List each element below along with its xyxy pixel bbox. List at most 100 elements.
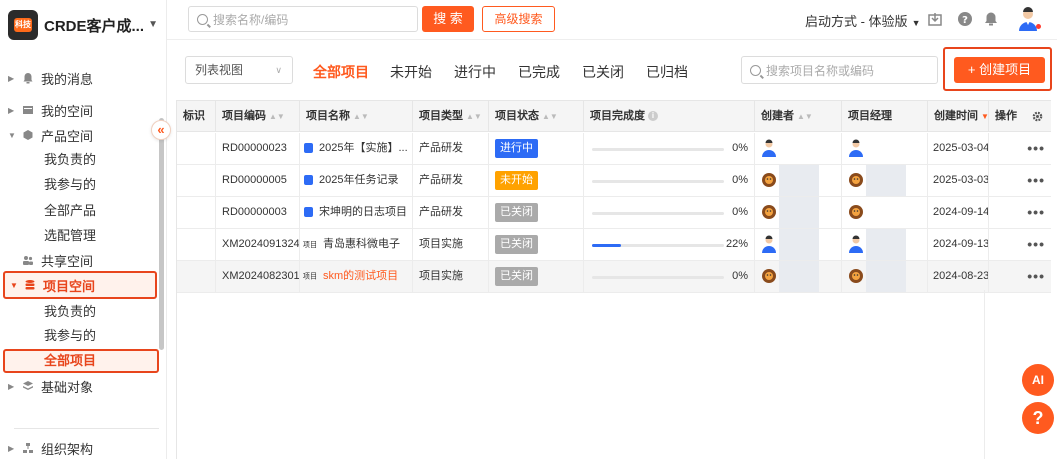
chevron-down-icon: ∨ — [275, 65, 282, 75]
sort-desc-icon[interactable]: ▼ — [981, 112, 989, 121]
tab-archived[interactable]: 已归档 — [646, 62, 688, 82]
help-button[interactable]: ? — [1022, 402, 1054, 434]
org-icon — [23, 443, 33, 453]
tab-in-progress[interactable]: 进行中 — [454, 62, 496, 82]
col-actions: 操作 — [989, 101, 1051, 132]
ai-assistant-button[interactable]: AI — [1022, 364, 1054, 396]
tab-all-projects[interactable]: 全部项目 — [313, 62, 369, 82]
more-actions-icon[interactable]: ••• — [1027, 133, 1045, 164]
name-cell[interactable]: 2025年【实施】... — [300, 133, 413, 164]
creator-avatar — [761, 261, 777, 291]
sidebar-sub-my-responsible-products[interactable]: 我负责的 — [0, 148, 160, 172]
progress-bar — [592, 276, 724, 279]
created-cell: 2025-03-04 — [928, 133, 989, 164]
table-row[interactable]: RD00000005 2025年任务记录 产品研发 未开始 0% 2025-03-03 ••… — [177, 165, 1051, 197]
name-cell[interactable]: 项目 青岛惠科微电子 — [300, 229, 413, 260]
project-name-link[interactable]: 青岛惠科微电子 — [323, 238, 400, 250]
col-progress: 项目完成度 i — [584, 101, 755, 132]
col-created[interactable]: 创建时间 ▼ — [928, 101, 989, 132]
progress-cell: 0% — [584, 165, 755, 196]
tab-closed[interactable]: 已关闭 — [582, 62, 624, 82]
top-bar: 搜索名称/编码 搜 索 高级搜索 启动方式 - 体验版 ▼ ? — [167, 0, 1057, 40]
table-header: 标识 项目编码 ▲▼ 项目名称 ▲▼ 项目类型 ▲▼ 项目状态 ▲▼ 项目完成度 i 创建… — [177, 101, 1051, 132]
col-status[interactable]: 项目状态 ▲▼ — [489, 101, 584, 132]
sidebar-sub-all-projects[interactable]: 全部项目 — [3, 349, 159, 373]
more-actions-icon[interactable]: ••• — [1027, 261, 1045, 292]
col-name[interactable]: 项目名称 ▲▼ — [300, 101, 413, 132]
caret-down-icon: ▼ — [148, 19, 158, 30]
redacted-manager — [866, 165, 906, 196]
create-project-highlight: + 创建项目 — [943, 47, 1052, 91]
flag-cell — [177, 229, 216, 260]
more-actions-icon[interactable]: ••• — [1027, 229, 1045, 260]
redacted-creator — [779, 229, 819, 260]
database-icon — [304, 143, 313, 154]
type-cell: 产品研发 — [413, 133, 489, 164]
actions-cell: ••• — [989, 133, 1051, 164]
chevron-right-icon: ▶ — [8, 381, 15, 391]
sidebar-item-shared-space[interactable]: 共享空间 — [0, 248, 160, 272]
manager-cell — [842, 261, 928, 292]
help-circle-icon[interactable]: ? — [957, 11, 973, 27]
more-actions-icon[interactable]: ••• — [1027, 197, 1045, 228]
view-select[interactable]: 列表视图 ∨ — [185, 56, 293, 84]
global-search-input[interactable]: 搜索名称/编码 — [188, 6, 418, 32]
table-row[interactable]: RD00000023 2025年【实施】... 产品研发 进行中 0% 2025-03-0… — [177, 133, 1051, 165]
name-cell[interactable]: 项目 skm的测试项目 — [300, 261, 413, 292]
sidebar-sub-all-products[interactable]: 全部产品 — [0, 199, 160, 223]
search-button[interactable]: 搜 索 — [422, 6, 474, 32]
actions-cell: ••• — [989, 261, 1051, 292]
sidebar-sub-my-responsible-projects[interactable]: 我负责的 — [0, 300, 160, 324]
status-cell: 已关闭 — [489, 261, 584, 292]
table-row[interactable]: RD00000003 宋坤明的日志项目 产品研发 已关闭 0% 2024-09-14 ••• — [177, 197, 1051, 229]
sidebar-sub-my-participated-products[interactable]: 我参与的 — [0, 173, 160, 197]
project-name-link[interactable]: 2025年任务记录 — [319, 174, 398, 186]
progress-cell: 0% — [584, 133, 755, 164]
gear-icon[interactable] — [1032, 111, 1043, 122]
tab-not-started[interactable]: 未开始 — [390, 62, 432, 82]
sort-icon[interactable]: ▲▼ — [466, 112, 482, 121]
code-cell: RD00000003 — [216, 197, 300, 228]
creator-cell — [755, 197, 842, 228]
cube-icon — [23, 130, 33, 140]
project-name-link[interactable]: 宋坤明的日志项目 — [319, 206, 407, 218]
sidebar-item-base-objects[interactable]: ▶ 基础对象 — [0, 374, 160, 398]
project-name-link[interactable]: skm的测试项目 — [323, 270, 398, 282]
table-row[interactable]: XM2024091324 项目 青岛惠科微电子 项目实施 已关闭 22% 2024-09-1… — [177, 229, 1051, 261]
sort-icon[interactable]: ▲▼ — [269, 112, 285, 121]
col-creator[interactable]: 创建者 ▲▼ — [755, 101, 842, 132]
sort-icon[interactable]: ▲▼ — [542, 112, 558, 121]
project-tag: 项目 — [302, 240, 318, 249]
project-name-link[interactable]: 2025年【实施】... — [319, 142, 408, 154]
info-icon[interactable]: i — [648, 111, 658, 122]
redacted-creator — [779, 197, 819, 228]
name-cell[interactable]: 2025年任务记录 — [300, 165, 413, 196]
notification-bell-icon[interactable] — [983, 11, 999, 27]
tab-completed[interactable]: 已完成 — [518, 62, 560, 82]
redacted-manager — [866, 261, 906, 292]
sidebar-item-project-space[interactable]: ▼ 项目空间 — [3, 271, 157, 299]
collapse-sidebar-button[interactable]: « — [151, 120, 171, 140]
col-type[interactable]: 项目类型 ▲▼ — [413, 101, 489, 132]
download-icon[interactable] — [927, 11, 943, 27]
project-search-input[interactable]: 搜索项目名称或编码 — [741, 56, 938, 84]
sort-icon[interactable]: ▲▼ — [797, 112, 813, 121]
sidebar-item-org[interactable]: ▶ 组织架构 — [0, 437, 160, 459]
advanced-search-button[interactable]: 高级搜索 — [482, 6, 555, 32]
launch-mode-select[interactable]: 启动方式 - 体验版 ▼ — [805, 11, 920, 30]
sort-icon[interactable]: ▲▼ — [353, 112, 369, 121]
sidebar-sub-my-participated-projects[interactable]: 我参与的 — [0, 324, 160, 348]
sidebar-sub-config-management[interactable]: 选配管理 — [0, 224, 160, 248]
more-actions-icon[interactable]: ••• — [1027, 165, 1045, 196]
sidebar-scrollbar[interactable] — [159, 118, 164, 350]
col-code[interactable]: 项目编码 ▲▼ — [216, 101, 300, 132]
table-row[interactable]: XM2024082301 项目 skm的测试项目 项目实施 已关闭 0% 2024-08-2… — [177, 261, 1051, 293]
create-project-button[interactable]: + 创建项目 — [954, 57, 1045, 83]
brand-switcher[interactable]: 科技 CRDE客户成... ▼ — [8, 9, 158, 41]
sidebar-item-my-space[interactable]: ▶ 我的空间 — [0, 98, 160, 122]
name-cell[interactable]: 宋坤明的日志项目 — [300, 197, 413, 228]
sidebar-item-product-space[interactable]: ▼ 产品空间 — [0, 123, 160, 147]
code-cell: RD00000023 — [216, 133, 300, 164]
progress-bar — [592, 244, 724, 247]
sidebar-item-messages[interactable]: ▶ 我的消息 — [0, 66, 160, 90]
